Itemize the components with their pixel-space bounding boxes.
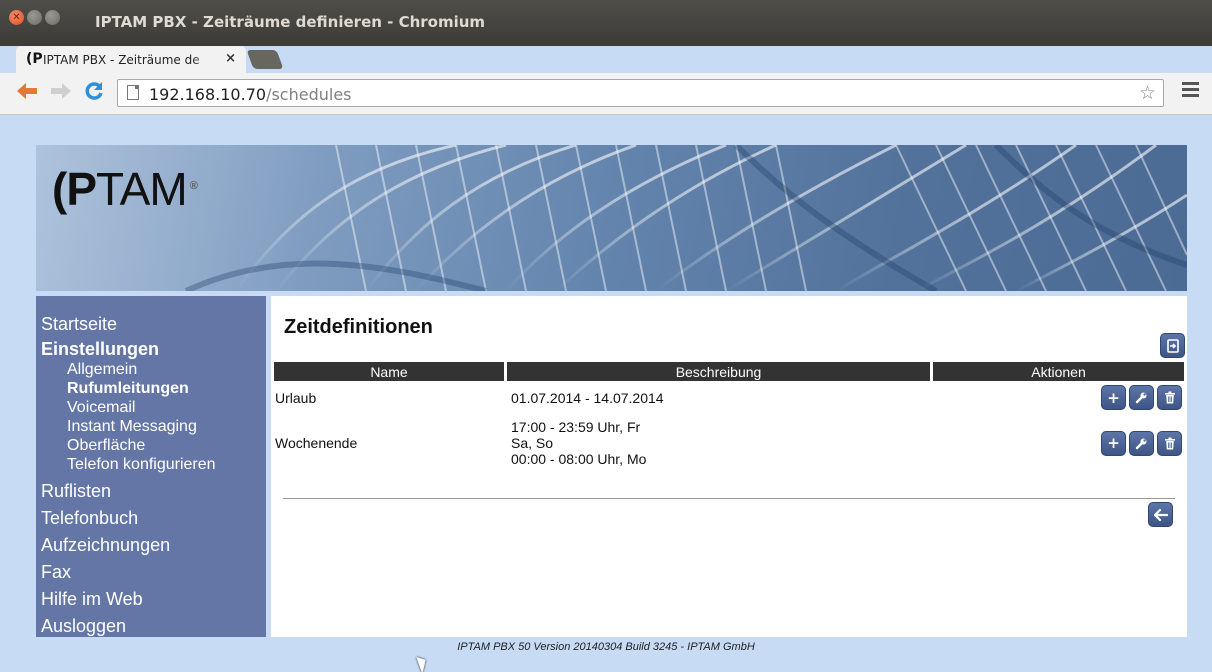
sidebar-item-telefonbuch[interactable]: Telefonbuch xyxy=(36,505,266,532)
delete-button[interactable] xyxy=(1157,385,1182,410)
window-title: IPTAM PBX - Zeiträume definieren - Chrom… xyxy=(95,13,486,31)
back-icon[interactable] xyxy=(16,81,38,107)
plus-icon: + xyxy=(1107,434,1120,452)
table-header-row: Name Beschreibung Aktionen xyxy=(274,362,1184,381)
sidebar-item-telefon-konfigurieren[interactable]: Telefon konfigurieren xyxy=(36,455,266,474)
row-actions: + xyxy=(933,381,1184,414)
row-name: Wochenende xyxy=(275,435,358,451)
edit-button[interactable] xyxy=(1129,385,1154,410)
page-title: Zeitdefinitionen xyxy=(284,316,433,338)
sidebar-item-allgemein[interactable]: Allgemein xyxy=(36,360,266,379)
table-row: Wochenende 17:00 - 23:59 Uhr, Fr Sa, So … xyxy=(274,414,1184,472)
delete-button[interactable] xyxy=(1157,430,1182,456)
sidebar-item-einstellungen[interactable]: Einstellungen xyxy=(36,338,266,360)
table-row: Urlaub 01.07.2014 - 14.07.2014 + xyxy=(274,381,1184,414)
reload-icon[interactable] xyxy=(84,81,104,106)
sidebar-item-ruflisten[interactable]: Ruflisten xyxy=(36,478,266,505)
banner-grid-graphic xyxy=(184,145,1187,291)
row-actions: + xyxy=(933,414,1184,472)
url-text: 192.168.10.70/schedules xyxy=(149,85,352,104)
bookmark-star-icon[interactable]: ☆ xyxy=(1139,82,1156,104)
sidebar-nav: Startseite Einstellungen Allgemein Rufum… xyxy=(36,296,266,637)
browser-toolbar: 192.168.10.70/schedules ☆ xyxy=(0,73,1212,115)
sidebar-item-hilfe[interactable]: Hilfe im Web xyxy=(36,586,266,613)
schedules-table: Name Beschreibung Aktionen Urlaub 01.07.… xyxy=(274,362,1184,472)
window-titlebar: ✕ IPTAM PBX - Zeiträume definieren - Chr… xyxy=(0,0,1212,46)
address-bar[interactable]: 192.168.10.70/schedules ☆ xyxy=(117,79,1164,107)
sidebar-item-ausloggen[interactable]: Ausloggen xyxy=(36,613,266,640)
column-header-name: Name xyxy=(274,362,507,381)
main-content: Zeitdefinitionen Name Beschreibung Aktio… xyxy=(271,296,1187,637)
sidebar-item-rufumleitungen[interactable]: Rufumleitungen xyxy=(36,379,266,398)
row-description: 17:00 - 23:59 Uhr, Fr Sa, So 00:00 - 08:… xyxy=(511,419,647,467)
sidebar-item-startseite[interactable]: Startseite xyxy=(36,311,266,338)
window-minimize-button[interactable] xyxy=(27,10,42,25)
export-button[interactable] xyxy=(1160,333,1185,358)
arrow-left-icon xyxy=(1153,508,1168,521)
forward-icon[interactable] xyxy=(50,81,72,107)
new-tab-button[interactable] xyxy=(246,50,284,69)
tab-title: IPTAM PBX - Zeiträume de xyxy=(43,53,200,67)
edit-button[interactable] xyxy=(1129,430,1154,456)
page-icon xyxy=(127,85,139,100)
sidebar-item-instant-messaging[interactable]: Instant Messaging xyxy=(36,417,266,436)
add-button[interactable]: + xyxy=(1101,430,1126,456)
plus-icon: + xyxy=(1107,388,1120,407)
header-banner: (PTAM ® xyxy=(36,145,1187,291)
browser-menu-icon[interactable] xyxy=(1182,82,1199,100)
sidebar-submenu: Allgemein Rufumleitungen Voicemail Insta… xyxy=(36,360,266,474)
wrench-icon xyxy=(1135,438,1147,449)
column-header-aktionen: Aktionen xyxy=(933,362,1184,381)
export-icon xyxy=(1166,338,1179,353)
sidebar-item-fax[interactable]: Fax xyxy=(36,559,266,586)
column-header-beschreibung: Beschreibung xyxy=(507,362,933,381)
mouse-cursor-icon xyxy=(416,654,430,672)
row-description: 01.07.2014 - 14.07.2014 xyxy=(511,389,664,406)
iptam-logo: (PTAM ® xyxy=(52,163,198,215)
footer-version: IPTAM PBX 50 Version 20140304 Build 3245… xyxy=(457,641,755,653)
trash-icon xyxy=(1164,391,1175,404)
window-maximize-button[interactable] xyxy=(45,10,60,25)
wrench-icon xyxy=(1135,392,1147,404)
tab-close-icon[interactable]: × xyxy=(225,51,236,66)
sidebar-item-oberflaeche[interactable]: Oberfläche xyxy=(36,436,266,455)
back-button[interactable] xyxy=(1148,502,1173,527)
tab-favicon-icon: (P xyxy=(26,51,43,67)
row-name: Urlaub xyxy=(275,389,317,406)
window-close-button[interactable]: ✕ xyxy=(9,10,24,25)
browser-tab-active[interactable]: (P IPTAM PBX - Zeiträume de × xyxy=(16,46,246,73)
trash-icon xyxy=(1164,437,1175,449)
sidebar-item-voicemail[interactable]: Voicemail xyxy=(36,398,266,417)
sidebar-item-aufzeichnungen[interactable]: Aufzeichnungen xyxy=(36,532,266,559)
add-button[interactable]: + xyxy=(1101,385,1126,410)
content-divider xyxy=(283,498,1175,499)
